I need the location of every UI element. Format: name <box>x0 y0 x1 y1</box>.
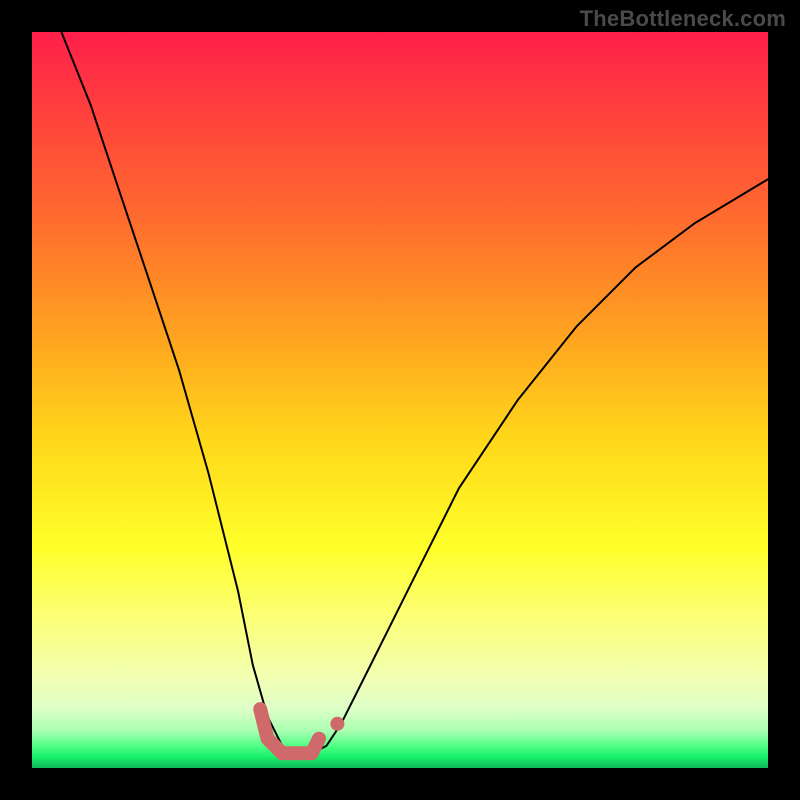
bottleneck-curve <box>61 32 768 753</box>
optimal-range-marker <box>260 709 319 753</box>
chart-frame: TheBottleneck.com <box>0 0 800 800</box>
plot-area <box>32 32 768 768</box>
marker-dot-icon <box>330 717 344 731</box>
curve-svg <box>32 32 768 768</box>
watermark-text: TheBottleneck.com <box>580 6 786 32</box>
